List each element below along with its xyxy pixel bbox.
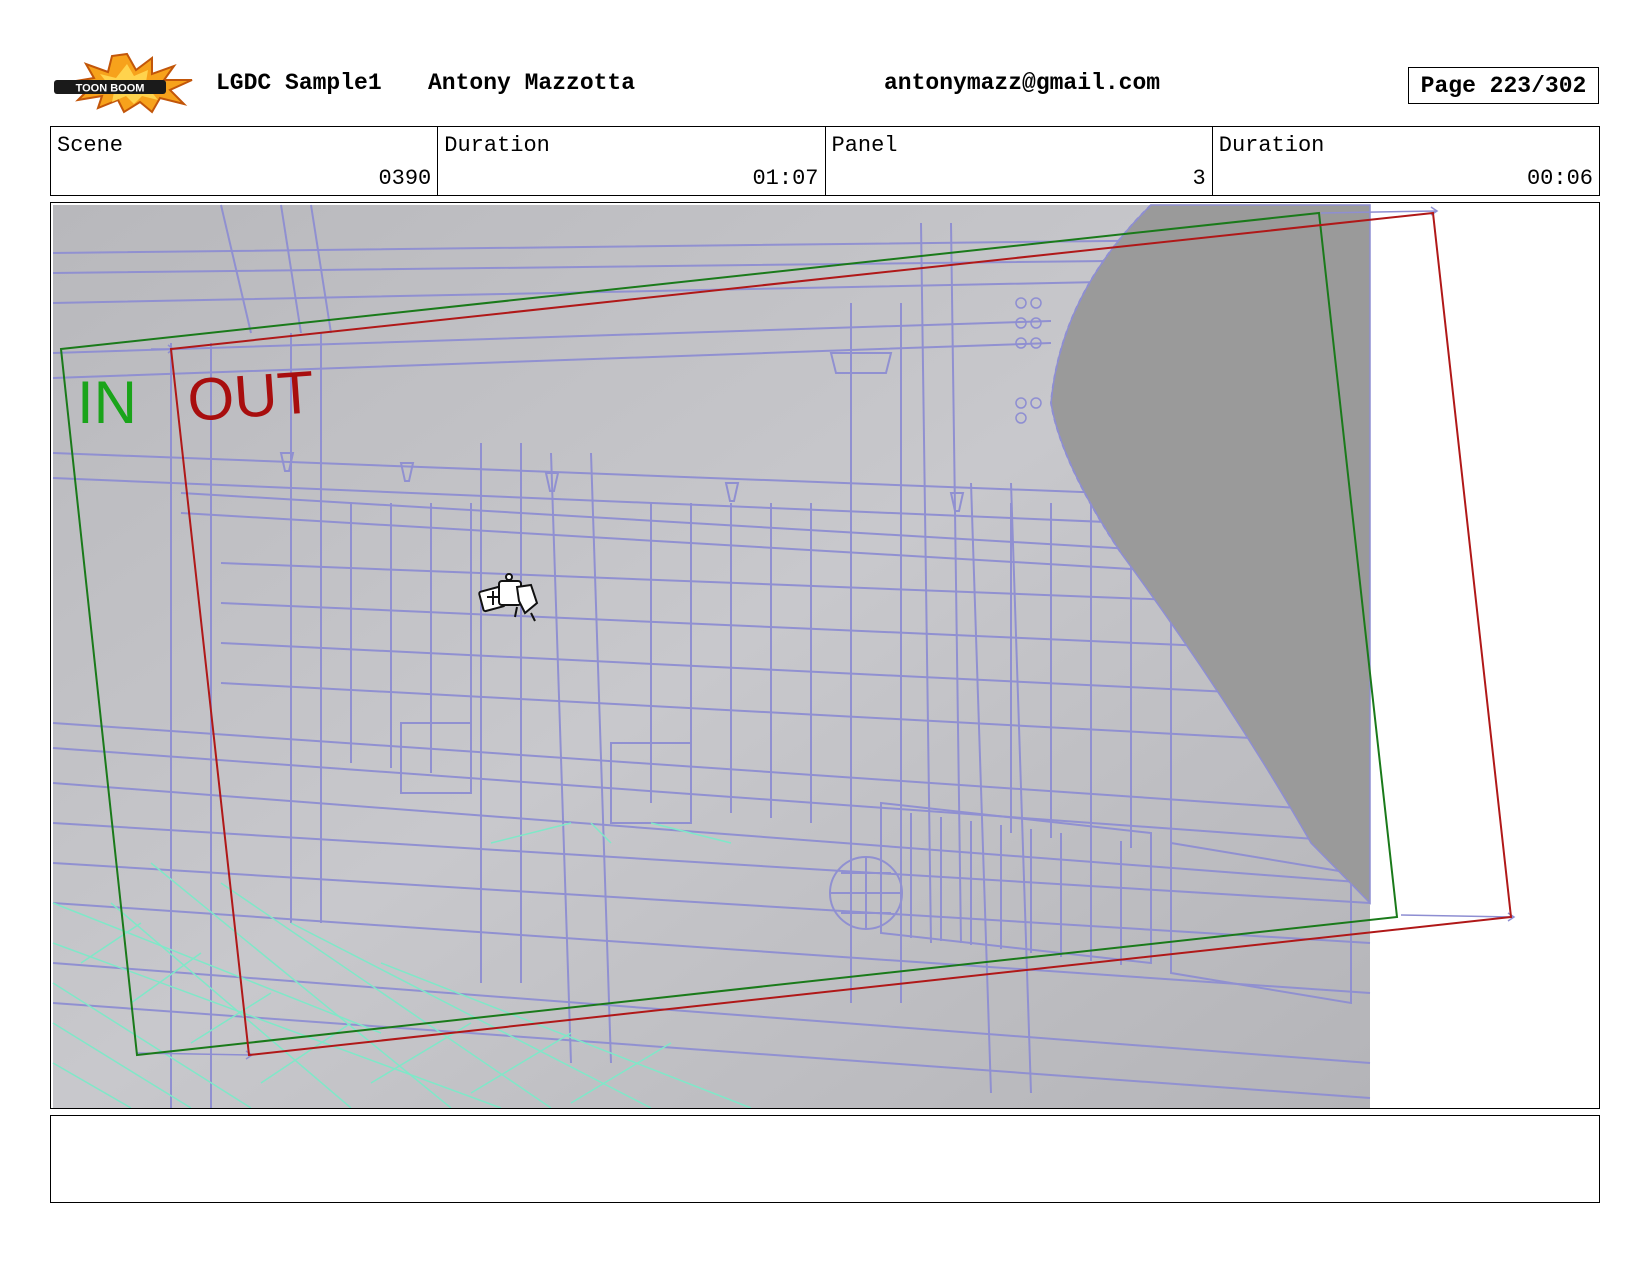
panel-artwork: IN OUT <box>52 204 1516 1108</box>
scene-label: Scene <box>57 133 124 158</box>
logo-text: TOON BOOM <box>76 83 145 95</box>
project-title: LGDC Sample1 <box>216 70 382 96</box>
scene-info-row: Scene 0390 Duration 01:07 Panel 3 Durati… <box>50 126 1600 196</box>
scene-cell: Scene 0390 <box>51 127 439 195</box>
scene-duration-label: Duration <box>444 133 550 158</box>
page-indicator: Page 223/302 <box>1408 67 1599 104</box>
toon-boom-logo: TOON BOOM <box>52 52 202 114</box>
panel-duration-value: 00:06 <box>1526 166 1593 191</box>
panel-duration-cell: Duration 00:06 <box>1213 127 1599 195</box>
panel-value: 3 <box>1192 166 1206 191</box>
scene-duration-cell: Duration 01:07 <box>438 127 826 195</box>
author-email: antonymazz@gmail.com <box>884 70 1161 96</box>
panel-notes-box <box>50 1115 1600 1203</box>
storyboard-panel: IN OUT <box>50 202 1600 1109</box>
out-label: OUT <box>185 358 316 434</box>
scene-value: 0390 <box>378 166 432 191</box>
in-label: IN <box>77 369 137 436</box>
panel-label: Panel <box>831 133 898 158</box>
panel-duration-label: Duration <box>1218 133 1325 158</box>
panel-cell: Panel 3 <box>826 127 1213 195</box>
scene-duration-value: 01:07 <box>752 166 819 191</box>
author-name: Antony Mazzotta <box>428 70 636 96</box>
